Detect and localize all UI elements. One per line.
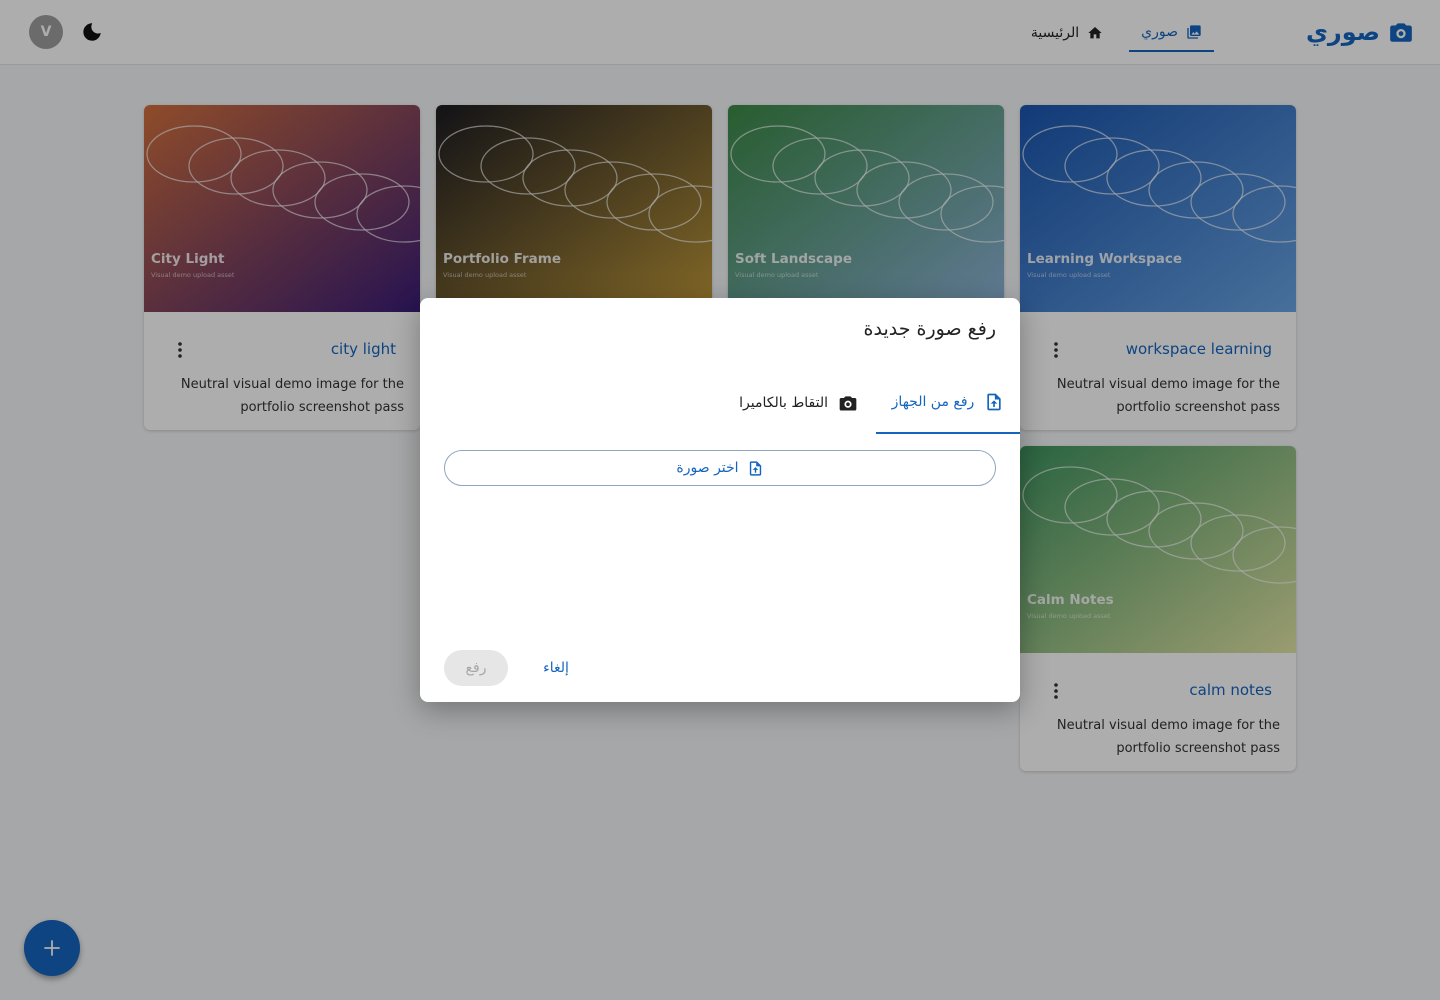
dialog-title: رفع صورة جديدة (863, 318, 996, 340)
cancel-button[interactable]: إلغاء (534, 650, 578, 686)
choose-image-label: اختر صورة (676, 460, 739, 476)
add-photo-fab[interactable] (24, 920, 80, 976)
upload-file-icon (749, 460, 761, 476)
camera-icon (839, 396, 857, 411)
plus-icon (44, 940, 60, 956)
tab-capture-camera[interactable]: التقاط بالكاميرا (737, 372, 860, 434)
choose-image-button[interactable]: اختر صورة (444, 450, 996, 486)
upload-dialog: رفع صورة جديدة رفع من الجهاز التقاط بالك… (420, 298, 1020, 702)
upload-button[interactable]: رفع (444, 650, 508, 686)
upload-file-icon (987, 393, 1001, 411)
tab-upload-from-device-label: رفع من الجهاز (891, 394, 975, 410)
tab-capture-camera-label: التقاط بالكاميرا (739, 395, 828, 411)
tab-upload-from-device[interactable]: رفع من الجهاز (876, 372, 1020, 434)
upload-tabs: رفع من الجهاز التقاط بالكاميرا (420, 372, 1020, 434)
